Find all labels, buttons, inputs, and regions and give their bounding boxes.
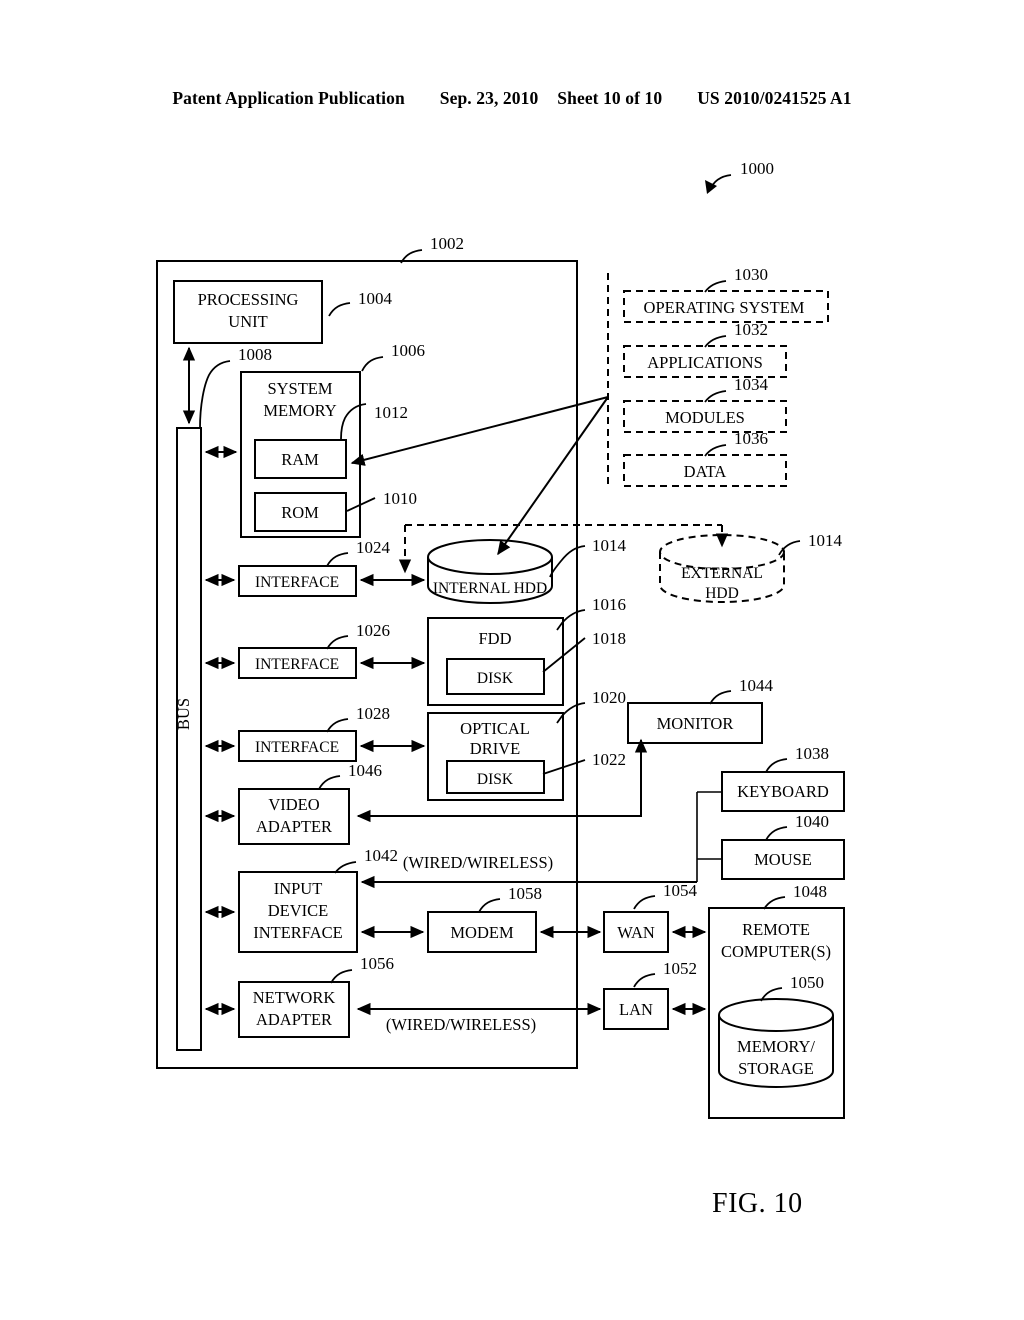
bus-label: BUS [174, 698, 193, 730]
ref-1038: 1038 [795, 744, 829, 763]
computer-boundary [156, 260, 578, 1069]
video-adapter-label-2: ADAPTER [256, 817, 332, 836]
ref-1040: 1040 [795, 812, 829, 831]
lead-1024 [326, 552, 349, 567]
optical-drive-label-1: OPTICAL [460, 719, 530, 738]
ref-1006: 1006 [391, 341, 425, 360]
processing-unit-label-2: UNIT [228, 312, 267, 331]
ref-1022: 1022 [592, 750, 626, 769]
fdd-disk-label: DISK [477, 670, 514, 687]
optical-disk-label: DISK [477, 771, 514, 788]
ref-1052: 1052 [663, 959, 697, 978]
internal-hdd-label: INTERNAL HDD [433, 580, 547, 597]
lead-1016 [556, 609, 586, 631]
ref-1046: 1046 [348, 761, 382, 780]
lead-1012 [340, 403, 367, 440]
optical-drive-label-2: DRIVE [470, 739, 520, 758]
operating-system-label: OPERATING SYSTEM [644, 298, 805, 317]
video-adapter-label-1: VIDEO [268, 795, 319, 814]
remote-computers-label-1: REMOTE [742, 920, 810, 939]
lead-1004 [328, 302, 351, 317]
mouse-label: MOUSE [754, 850, 812, 869]
applications-label: APPLICATIONS [647, 353, 763, 372]
figure-10-diagram: 1000 1002 PROCESSING UNIT 1004 BUS 1008 … [156, 159, 845, 1119]
ref-1058: 1058 [508, 884, 542, 903]
network-adapter-label-1: NETWORK [253, 988, 336, 1007]
ref-1056: 1056 [360, 954, 394, 973]
input-device-interface-label-3: INTERFACE [253, 923, 343, 942]
ref-1014-external: 1014 [808, 531, 843, 550]
ref-1016: 1016 [592, 595, 626, 614]
memory-storage-label-1: MEMORY/ [737, 1037, 815, 1056]
lead-1006 [361, 356, 384, 372]
ref-1028: 1028 [356, 704, 390, 723]
ref-1030: 1030 [734, 265, 768, 284]
lead-1008 [199, 360, 231, 429]
ref-1032: 1032 [734, 320, 768, 339]
lead-1014b [778, 540, 801, 556]
wan-label: WAN [617, 923, 655, 942]
wired-wireless-bottom-label: (WIRED/WIRELESS) [386, 1015, 536, 1034]
external-hdd-label-1: EXTERNAL [681, 565, 763, 582]
data-label: DATA [684, 462, 727, 481]
ref-1054: 1054 [663, 881, 698, 900]
lead-1014a [549, 545, 586, 578]
modem-label: MODEM [450, 923, 514, 942]
ref-1036: 1036 [734, 429, 768, 448]
ref-1014-internal: 1014 [592, 536, 627, 555]
keyboard-label: KEYBOARD [737, 782, 829, 801]
ref-1020: 1020 [592, 688, 626, 707]
input-device-interface-label-2: DEVICE [268, 901, 329, 920]
memory-storage-label-2: STORAGE [738, 1059, 814, 1078]
ref-1010: 1010 [383, 489, 417, 508]
lead-1054 [633, 895, 656, 910]
wired-wireless-top-label: (WIRED/WIRELESS) [403, 853, 553, 872]
ref-1044: 1044 [739, 676, 774, 695]
monitor-label: MONITOR [657, 714, 734, 733]
lead-1038 [765, 758, 788, 773]
system-memory-label-1: SYSTEM [267, 379, 332, 398]
lead-1046 [318, 775, 341, 790]
system-memory-label-2: MEMORY [263, 401, 336, 420]
ref-1004: 1004 [358, 289, 393, 308]
modules-label: MODULES [665, 408, 745, 427]
ref-1034: 1034 [734, 375, 769, 394]
ref-1008: 1008 [238, 345, 272, 364]
ref-1012: 1012 [374, 403, 408, 422]
ref-1018: 1018 [592, 629, 626, 648]
external-hdd-label-2: HDD [705, 585, 739, 602]
remote-computers-label-2: COMPUTER(S) [721, 942, 831, 961]
interface-fdd-label: INTERFACE [255, 656, 339, 673]
ref-1042: 1042 [364, 846, 398, 865]
input-device-interface-label-1: INPUT [274, 879, 323, 898]
ref-1026: 1026 [356, 621, 390, 640]
bus-bar [176, 427, 202, 1051]
ref-1002: 1002 [430, 234, 464, 253]
interface-optical-label: INTERFACE [255, 739, 339, 756]
ref-1000: 1000 [740, 159, 774, 178]
ref-1024: 1024 [356, 538, 391, 557]
network-adapter-label-2: ADAPTER [256, 1010, 332, 1029]
fdd-label: FDD [478, 629, 511, 648]
ram-label: RAM [281, 450, 319, 469]
lead-1052 [633, 973, 656, 988]
ref-1048: 1048 [793, 882, 827, 901]
processing-unit-label-1: PROCESSING [198, 290, 299, 309]
interface-hdd-label: INTERFACE [255, 574, 339, 591]
lead-1058 [478, 898, 501, 913]
rom-label: ROM [281, 503, 319, 522]
lan-label: LAN [619, 1000, 653, 1019]
lead-1040 [765, 826, 788, 841]
ref-1050: 1050 [790, 973, 824, 992]
